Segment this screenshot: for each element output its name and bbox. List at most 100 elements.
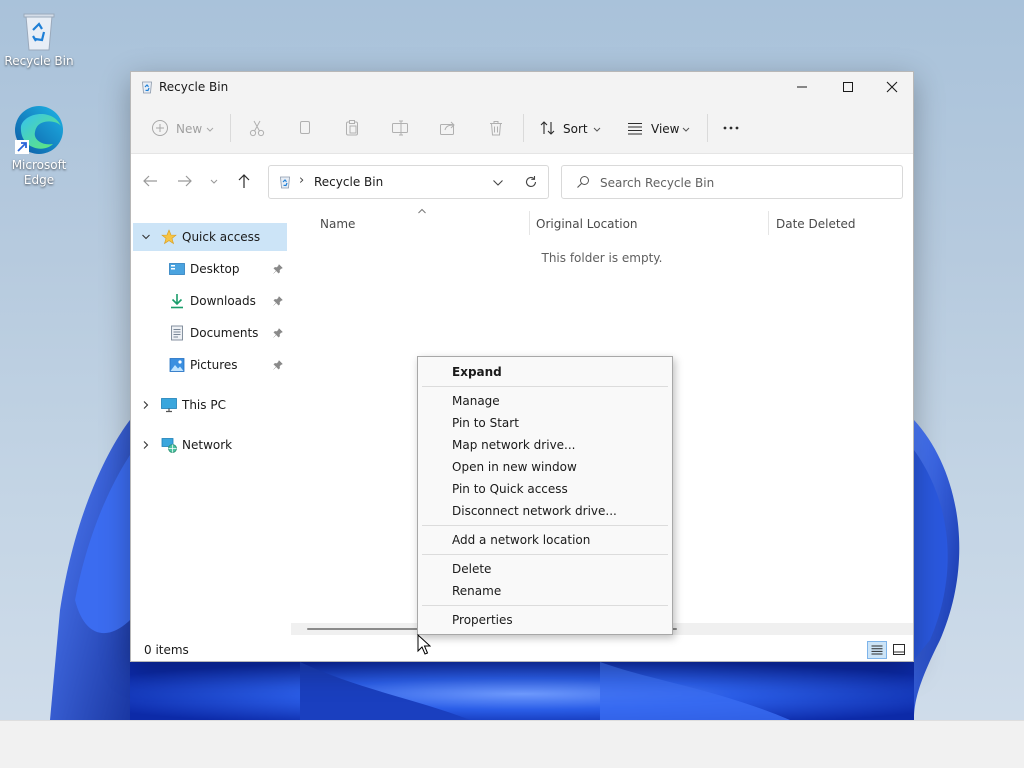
close-icon xyxy=(886,81,898,93)
minimize-button[interactable] xyxy=(779,72,825,102)
desktop-icon-recycle-bin[interactable]: Recycle Bin xyxy=(1,10,77,69)
mouse-cursor-icon xyxy=(417,634,431,655)
menu-separator xyxy=(422,386,668,387)
menu-item-open-in-new-window[interactable]: Open in new window xyxy=(420,456,670,478)
desktop-icon-label: Microsoft Edge xyxy=(11,158,67,187)
close-button[interactable] xyxy=(869,72,915,102)
details-view-button[interactable] xyxy=(867,641,887,659)
chevron-down-icon[interactable] xyxy=(492,179,504,187)
nav-item-quick-access[interactable]: Quick access xyxy=(133,223,287,251)
recycle-bin-icon xyxy=(23,13,55,51)
menu-item-pin-to-quick-access[interactable]: Pin to Quick access xyxy=(420,478,670,500)
chevron-down-icon[interactable] xyxy=(141,232,151,242)
nav-item-downloads[interactable]: Downloads xyxy=(133,287,287,315)
toolbar-separator xyxy=(523,114,524,142)
back-button[interactable] xyxy=(141,173,163,193)
chevron-right-icon[interactable] xyxy=(141,400,151,410)
window-title: Recycle Bin xyxy=(159,80,229,94)
plus-circle-icon xyxy=(152,120,168,136)
pin-icon xyxy=(273,360,283,370)
nav-item-documents[interactable]: Documents xyxy=(133,319,287,347)
see-more-button[interactable] xyxy=(721,116,743,142)
large-icons-view-button[interactable] xyxy=(890,641,910,659)
breadcrumb-separator: › xyxy=(299,173,305,188)
copy-button[interactable] xyxy=(296,116,316,142)
up-button[interactable] xyxy=(235,173,257,193)
delete-button[interactable] xyxy=(487,116,507,142)
taskbar xyxy=(0,720,1024,768)
menu-separator xyxy=(422,525,668,526)
chevron-right-icon[interactable] xyxy=(141,440,151,450)
recycle-bin-icon xyxy=(280,176,290,189)
search-icon xyxy=(577,176,589,188)
arrow-left-icon xyxy=(143,175,157,187)
desktop-icon-microsoft-edge[interactable]: Microsoft Edge xyxy=(1,104,77,188)
toolbar-separator xyxy=(230,114,231,142)
menu-item-pin-to-start[interactable]: Pin to Start xyxy=(420,412,670,434)
share-button[interactable] xyxy=(439,116,459,142)
menu-item-rename[interactable]: Rename xyxy=(420,580,670,602)
refresh-icon[interactable] xyxy=(524,175,538,189)
download-icon xyxy=(171,294,183,309)
document-icon xyxy=(171,325,183,341)
copy-icon xyxy=(300,121,310,134)
trash-icon xyxy=(490,121,502,136)
nav-item-network[interactable]: Network xyxy=(133,431,287,459)
view-icon xyxy=(628,123,642,135)
view-button-label: View xyxy=(651,122,680,136)
star-icon xyxy=(161,229,177,245)
more-icon xyxy=(723,126,739,130)
large-icons-view-icon xyxy=(893,644,905,655)
new-button[interactable]: New xyxy=(151,116,217,142)
edge-icon xyxy=(15,106,63,154)
desktop-icon xyxy=(169,263,185,275)
sort-icon xyxy=(540,121,555,135)
rename-button[interactable] xyxy=(391,116,411,142)
menu-item-delete[interactable]: Delete xyxy=(420,558,670,580)
address-bar[interactable]: › Recycle Bin xyxy=(268,165,549,199)
nav-item-label: Documents xyxy=(190,326,259,340)
chevron-down-icon xyxy=(210,179,218,184)
menu-item-disconnect-network-drive[interactable]: Disconnect network drive... xyxy=(420,500,670,522)
sort-ascending-icon xyxy=(418,208,426,214)
nav-item-this-pc[interactable]: This PC xyxy=(133,391,287,419)
share-icon xyxy=(440,121,455,135)
menu-item-manage[interactable]: Manage xyxy=(420,390,670,412)
menu-item-add-network-location[interactable]: Add a network location xyxy=(420,529,670,551)
breadcrumb-recycle-bin[interactable]: Recycle Bin xyxy=(314,175,383,189)
navigation-pane: Quick access Desktop Downloads Documents… xyxy=(131,209,291,637)
computer-icon xyxy=(161,398,177,413)
title-bar[interactable]: Recycle Bin xyxy=(131,72,913,102)
menu-separator xyxy=(422,605,668,606)
recent-locations-button[interactable] xyxy=(209,173,223,193)
scissors-icon xyxy=(249,120,265,137)
column-header-date-deleted[interactable]: Date Deleted xyxy=(776,217,856,231)
chevron-down-icon xyxy=(206,127,214,132)
forward-button[interactable] xyxy=(176,173,198,193)
maximize-button[interactable] xyxy=(825,72,871,102)
cut-button[interactable] xyxy=(248,116,268,142)
sort-button[interactable]: Sort xyxy=(539,116,601,142)
chevron-down-icon xyxy=(682,127,690,132)
menu-item-properties[interactable]: Properties xyxy=(420,609,670,631)
column-separator[interactable] xyxy=(768,211,769,235)
column-separator[interactable] xyxy=(529,211,530,235)
menu-item-expand[interactable]: Expand xyxy=(420,361,670,383)
nav-item-desktop[interactable]: Desktop xyxy=(133,255,287,283)
menu-item-map-network-drive[interactable]: Map network drive... xyxy=(420,434,670,456)
paste-button[interactable] xyxy=(343,116,363,142)
nav-item-label: Network xyxy=(182,438,233,452)
menu-separator xyxy=(422,554,668,555)
clipboard-icon xyxy=(346,120,358,136)
search-box[interactable] xyxy=(561,165,903,199)
column-header-original-location[interactable]: Original Location xyxy=(536,217,638,231)
recycle-bin-icon xyxy=(142,81,152,94)
pin-icon xyxy=(273,328,283,338)
column-header-name[interactable]: Name xyxy=(320,217,355,231)
desktop-icon-label: Recycle Bin xyxy=(4,54,74,68)
view-button[interactable]: View xyxy=(626,116,690,142)
nav-item-pictures[interactable]: Pictures xyxy=(133,351,287,379)
search-input[interactable] xyxy=(600,174,890,191)
new-button-label: New xyxy=(176,122,203,136)
status-bar: 0 items xyxy=(131,637,913,661)
